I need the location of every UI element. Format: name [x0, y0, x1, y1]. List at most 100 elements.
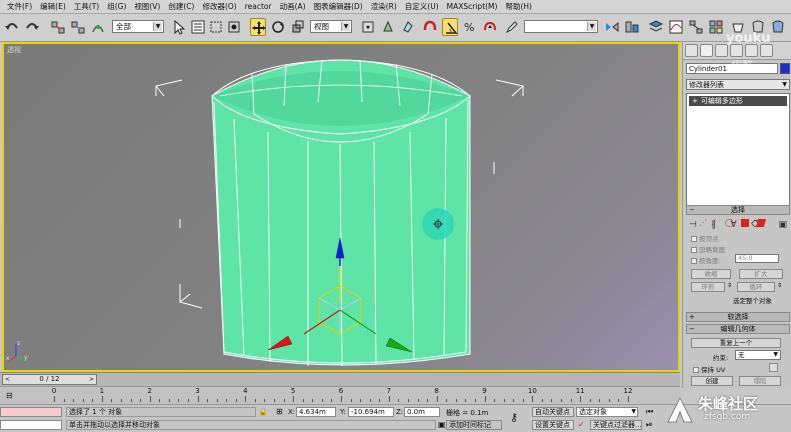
select-and-scale-icon[interactable]: [290, 18, 306, 36]
element-icon[interactable]: [755, 219, 767, 227]
key-icon[interactable]: ⚷: [510, 411, 518, 424]
align-icon[interactable]: [624, 18, 640, 36]
material-editor-icon[interactable]: [708, 18, 724, 36]
border-icon[interactable]: ◯: [725, 218, 734, 227]
object-color-swatch[interactable]: [780, 63, 790, 74]
key-filters-button[interactable]: 关键点过滤器...: [590, 420, 642, 430]
y-coordinate-field[interactable]: -10.694m: [348, 407, 394, 417]
selected-object-dropdown[interactable]: 选定对象 ▼: [576, 407, 638, 417]
edit-geometry-rollout-header[interactable]: − 编辑几何体: [686, 324, 790, 334]
add-time-tag-button[interactable]: 添加时间标记: [446, 420, 502, 430]
lock-icon[interactable]: 🔒: [258, 407, 268, 416]
menu-maxscript[interactable]: MAXScript(M): [443, 0, 502, 14]
preserve-uv-checkbox[interactable]: 保持 UV: [693, 364, 725, 374]
rectangular-selection-icon[interactable]: [208, 18, 224, 36]
menu-tools[interactable]: 工具(T): [70, 0, 103, 14]
menu-edit[interactable]: 编辑(E): [36, 0, 70, 14]
grow-button[interactable]: 扩大: [739, 269, 783, 279]
menu-graph-editors[interactable]: 图表编辑器(D): [310, 0, 367, 14]
polygon-icon[interactable]: [741, 219, 749, 227]
edge-icon[interactable]: ⁄: [713, 218, 714, 227]
select-object-icon[interactable]: [170, 18, 186, 36]
bind-space-warp-icon[interactable]: [90, 18, 106, 36]
spinner-snap-icon[interactable]: [482, 18, 498, 36]
menu-group[interactable]: 组(G): [103, 0, 130, 14]
reference-coordinate-dropdown[interactable]: 视图 ▼: [310, 20, 352, 33]
x-coordinate-field[interactable]: 4.634m: [296, 407, 336, 417]
absolute-mode-icon[interactable]: ⊞: [276, 407, 283, 416]
by-angle-checkbox[interactable]: 按角度:: [691, 255, 721, 265]
redo-icon[interactable]: [24, 18, 40, 36]
create-tab-icon[interactable]: [685, 44, 698, 57]
menu-create[interactable]: 创建(C): [164, 0, 198, 14]
percent-snap-icon[interactable]: %: [462, 18, 478, 36]
schematic-view-icon[interactable]: [688, 18, 704, 36]
repeat-last-button[interactable]: 重复上一个: [691, 338, 781, 348]
time-slider[interactable]: < 0 / 12 >: [0, 372, 680, 386]
loop-spinner-icon[interactable]: ⇕: [777, 282, 782, 289]
angle-value-field[interactable]: 45.0: [735, 254, 779, 263]
ring-button[interactable]: 环形: [691, 282, 725, 292]
prev-frame-arrow[interactable]: <: [5, 375, 10, 384]
set-key-icon[interactable]: ✓: [578, 420, 585, 429]
render-last-icon[interactable]: [770, 18, 786, 36]
modify-tab-icon[interactable]: [700, 44, 713, 57]
select-link-icon[interactable]: [50, 18, 66, 36]
time-slider-thumb[interactable]: < 0 / 12 >: [2, 374, 97, 385]
time-tag-icon[interactable]: ▣: [438, 420, 446, 429]
set-key-button[interactable]: 设置关键点: [532, 420, 574, 430]
select-and-rotate-icon[interactable]: [270, 18, 286, 36]
perspective-viewport[interactable]: z x y 透视: [2, 42, 680, 372]
menu-rendering[interactable]: 渲染(R): [367, 0, 401, 14]
ignore-backfacing-checkbox[interactable]: 忽略背面: [691, 244, 725, 254]
shrink-button[interactable]: 收缩: [691, 269, 731, 279]
menu-modifiers[interactable]: 修改器(O): [198, 0, 240, 14]
collapse-button[interactable]: 塌陷: [739, 376, 781, 386]
selection-filter-dropdown[interactable]: 全部 ▼: [112, 20, 164, 33]
selection-rollout-header[interactable]: − 选择: [686, 205, 790, 215]
maxscript-mini-listener[interactable]: [0, 420, 62, 430]
key-mode-icon[interactable]: ⏯: [646, 420, 652, 430]
window-crossing-icon[interactable]: [226, 18, 242, 36]
track-bar[interactable]: ⊟ 0 1 2 3 4 5 6 7 8 9 10 11 12: [0, 386, 680, 404]
menu-views[interactable]: 视图(V): [130, 0, 164, 14]
loop-button[interactable]: 循环: [737, 282, 775, 292]
ring-spinner-icon[interactable]: ⇕: [727, 282, 732, 289]
layer-manager-icon[interactable]: [648, 18, 664, 36]
go-to-start-icon[interactable]: ⏮: [646, 407, 653, 417]
select-and-move-icon[interactable]: [250, 18, 266, 36]
edit-named-selection-icon[interactable]: [504, 18, 520, 36]
vertex-icon[interactable]: ⋰: [699, 218, 707, 227]
menu-reactor[interactable]: reactor: [241, 0, 276, 14]
next-frame-arrow[interactable]: >: [89, 375, 94, 384]
curve-editor-icon[interactable]: [668, 18, 684, 36]
preserve-uv-settings-icon[interactable]: [769, 363, 778, 372]
by-vertex-checkbox[interactable]: 按顶点: [691, 233, 719, 243]
modifier-list-dropdown[interactable]: 修改器列表 ▼: [686, 79, 790, 90]
menu-customize[interactable]: 自定义(U): [401, 0, 443, 14]
pin-stack-icon[interactable]: ⊣: [689, 220, 697, 230]
unlink-icon[interactable]: [70, 18, 86, 36]
angle-snap-icon[interactable]: [442, 18, 458, 36]
maxscript-listener-field[interactable]: [0, 407, 62, 417]
constraint-dropdown[interactable]: 无 ▼: [735, 350, 781, 360]
soft-selection-rollout-header[interactable]: + 软选择: [686, 312, 790, 322]
z-coordinate-field[interactable]: 0.0m: [404, 407, 440, 417]
track-bar-menu-icon[interactable]: ⊟: [6, 391, 13, 400]
select-and-manipulate-icon[interactable]: [380, 18, 396, 36]
menu-file[interactable]: 文件(F): [3, 0, 36, 14]
undo-icon[interactable]: [4, 18, 20, 36]
pivot-center-icon[interactable]: [360, 18, 376, 36]
auto-key-button[interactable]: 自动关键点: [532, 407, 574, 417]
stack-item-editable-poly[interactable]: + 可编辑多边形: [689, 96, 787, 106]
snap-toggle-icon[interactable]: [422, 18, 438, 36]
create-button[interactable]: 创建: [691, 376, 733, 386]
viewport-label[interactable]: 透视: [7, 45, 21, 55]
menu-animation[interactable]: 动画(A): [276, 0, 310, 14]
keyboard-shortcut-override-icon[interactable]: [400, 18, 416, 36]
select-by-name-icon[interactable]: [190, 18, 206, 36]
mirror-icon[interactable]: [604, 18, 620, 36]
named-selection-dropdown[interactable]: ▼: [524, 20, 598, 33]
plus-icon[interactable]: +: [692, 97, 698, 105]
menu-help[interactable]: 帮助(H): [501, 0, 536, 14]
